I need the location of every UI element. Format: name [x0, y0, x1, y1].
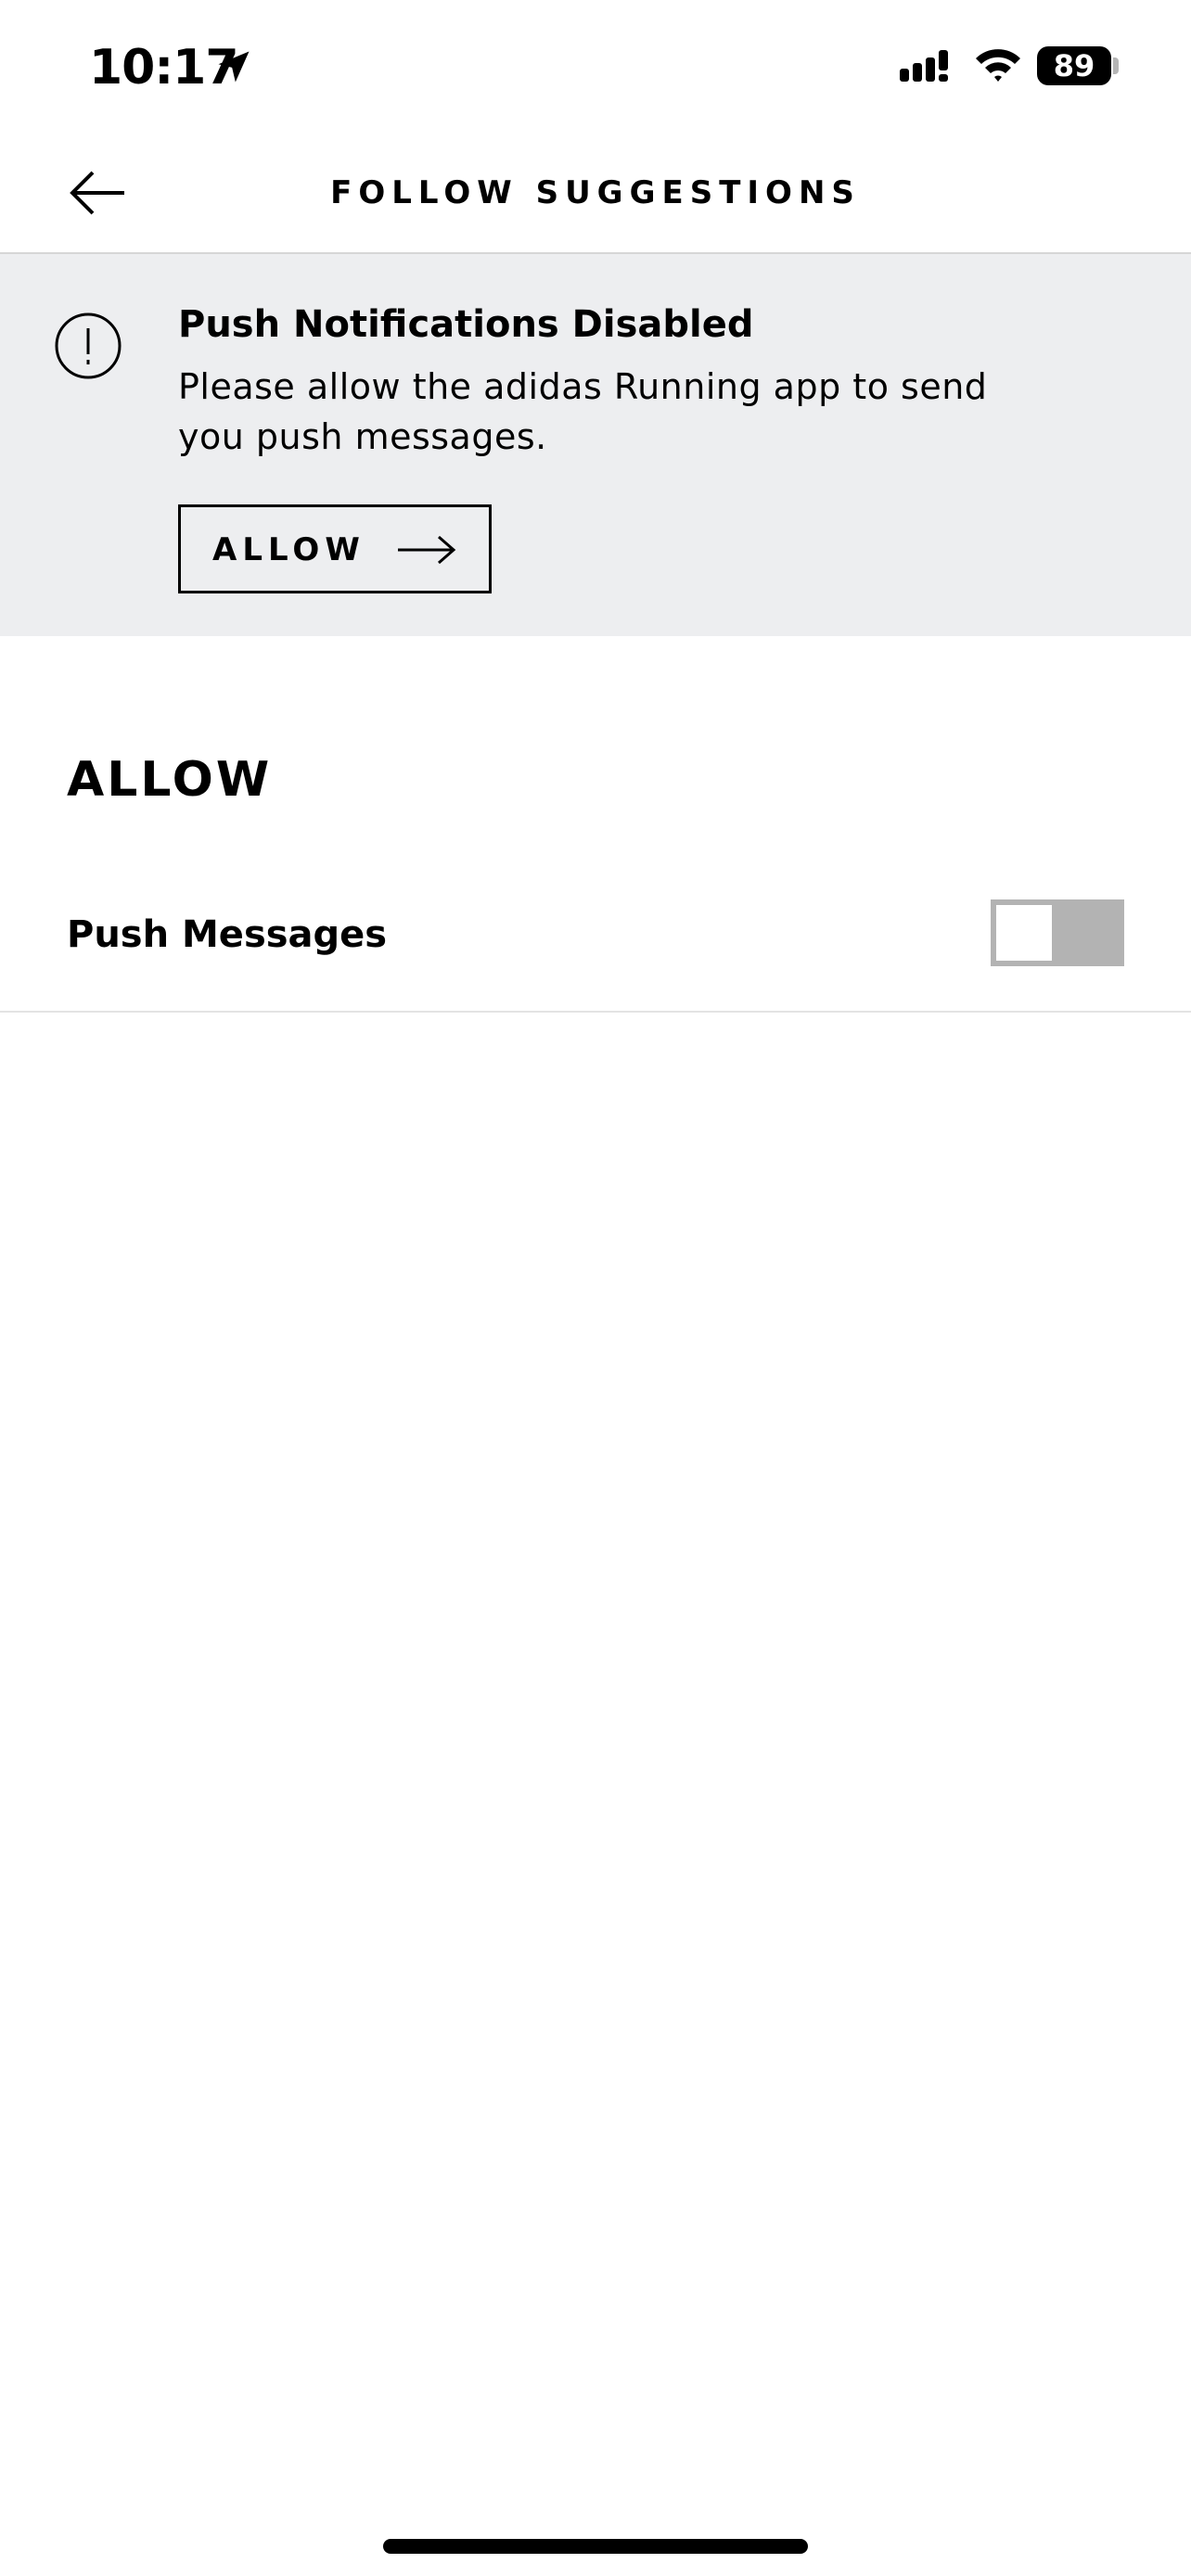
status-bar: 10:17 89 [0, 0, 1191, 130]
push-disabled-banner: Push Notifications Disabled Please allow… [0, 254, 1191, 636]
allow-button[interactable]: ALLOW [178, 504, 492, 593]
push-messages-label: Push Messages [67, 913, 388, 956]
push-messages-row: Push Messages [0, 862, 1191, 1013]
banner-text: Please allow the adidas Running app to s… [178, 366, 988, 457]
toggle-knob [996, 905, 1052, 961]
home-indicator[interactable] [383, 2539, 808, 2554]
section-heading: ALLOW [67, 752, 273, 808]
allow-button-label: ALLOW [212, 531, 365, 568]
screen: 10:17 89 FOLLOW SUGGESTIONS Push Notific… [0, 0, 1191, 2576]
banner-title: Push Notifications Disabled [178, 303, 754, 346]
wifi-icon [976, 49, 1020, 82]
cellular-signal-icon [900, 50, 948, 82]
location-arrow-icon [218, 51, 250, 83]
battery-cap [1113, 57, 1119, 74]
battery-icon: 89 [1037, 46, 1111, 85]
nav-header: FOLLOW SUGGESTIONS [0, 130, 1191, 254]
push-messages-toggle[interactable] [991, 899, 1124, 966]
page-title: FOLLOW SUGGESTIONS [330, 174, 861, 211]
arrow-right-icon [398, 535, 456, 565]
alert-circle-icon [55, 312, 122, 379]
